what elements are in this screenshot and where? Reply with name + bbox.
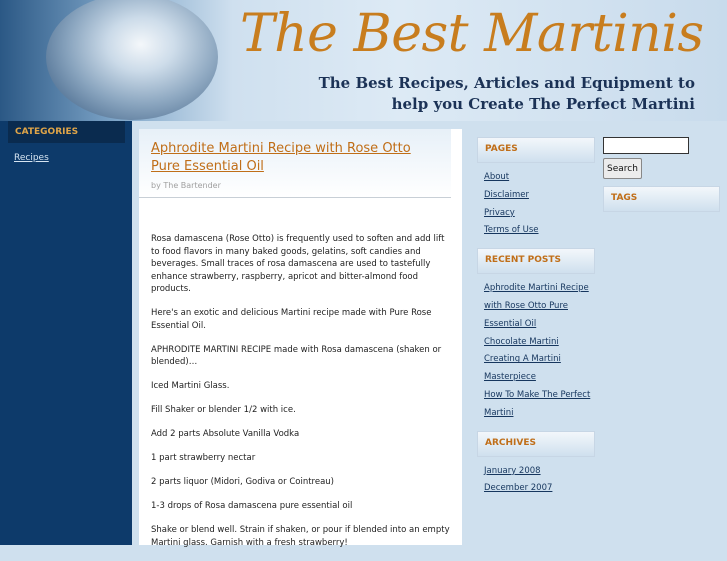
search-button[interactable]: Search xyxy=(603,158,642,179)
recent-post-link[interactable]: Aphrodite Martini Recipe with Rose Otto … xyxy=(484,280,595,333)
recent-posts-widget: RECENT POSTS Aphrodite Martini Recipe wi… xyxy=(477,248,595,430)
page-link-privacy[interactable]: Privacy xyxy=(484,205,595,223)
search-widget: Search xyxy=(603,137,720,179)
post-paragraph: APHRODITE MARTINI RECIPE made with Rosa … xyxy=(151,344,442,368)
post-paragraph: 1-3 drops of Rosa damascena pure essenti… xyxy=(151,501,353,511)
tagline-line-1: The Best Recipes, Articles and Equipment… xyxy=(318,74,695,92)
post-paragraph: Add 2 parts Absolute Vanilla Vodka xyxy=(151,429,300,439)
recent-posts-heading: RECENT POSTS xyxy=(477,248,595,275)
right-sidebar: Search TAGS xyxy=(603,137,720,212)
archives-widget: ARCHIVES January 2008 December 2007 xyxy=(477,430,595,507)
pages-widget: PAGES About Disclaimer Privacy Terms of … xyxy=(477,137,595,248)
recent-post-link[interactable]: How To Make The Perfect Martini xyxy=(484,387,595,423)
site-title[interactable]: The Best Martinis xyxy=(240,4,704,64)
pages-heading: PAGES xyxy=(477,137,595,163)
pages-list: About Disclaimer Privacy Terms of Use xyxy=(477,163,595,248)
middle-sidebar: PAGES About Disclaimer Privacy Terms of … xyxy=(477,137,595,506)
recent-post-link[interactable]: Creating A Martini Masterpiece xyxy=(484,351,595,387)
tags-heading: TAGS xyxy=(603,186,720,212)
search-input[interactable] xyxy=(603,137,689,154)
post-paragraph: Fill Shaker or blender 1/2 with ice. xyxy=(151,405,296,415)
categories-widget: CATEGORIES Recipes xyxy=(8,121,125,163)
recent-post-link[interactable]: Chocolate Martini xyxy=(484,334,595,352)
post-paragraph: Shake or blend well. Strain if shaken, o… xyxy=(151,525,450,548)
page-link-terms-of-use[interactable]: Terms of Use xyxy=(484,222,595,240)
post: Aphrodite Martini Recipe with Rose Otto … xyxy=(139,129,462,548)
martini-glass-image xyxy=(46,0,218,120)
post-paragraph: Here's an exotic and delicious Martini r… xyxy=(151,308,432,331)
post-paragraph: Iced Martini Glass. xyxy=(151,381,230,391)
archive-link-december-2007[interactable]: December 2007 xyxy=(484,480,595,498)
category-link-recipes[interactable]: Recipes xyxy=(8,143,125,163)
site-header: The Best Martinis The Best Recipes, Arti… xyxy=(0,0,727,121)
page-link-about[interactable]: About xyxy=(484,169,595,187)
left-sidebar: CATEGORIES Recipes xyxy=(0,121,132,545)
categories-heading: CATEGORIES xyxy=(8,121,125,143)
post-paragraph: 2 parts liquor (Midori, Godiva or Cointr… xyxy=(151,477,334,487)
post-title[interactable]: Aphrodite Martini Recipe with Rose Otto … xyxy=(151,140,443,176)
archive-link-january-2008[interactable]: January 2008 xyxy=(484,463,595,481)
tagline-line-2: help you Create The Perfect Martini xyxy=(391,95,695,113)
post-body: Rosa damascena (Rose Otto) is frequently… xyxy=(151,233,451,561)
archives-list: January 2008 December 2007 xyxy=(477,457,595,507)
archives-heading: ARCHIVES xyxy=(477,430,595,457)
recent-posts-list: Aphrodite Martini Recipe with Rose Otto … xyxy=(477,274,595,430)
post-byline: by The Bartender xyxy=(151,181,221,190)
post-paragraph: Rosa damascena (Rose Otto) is frequently… xyxy=(151,234,445,294)
site-tagline: The Best Recipes, Articles and Equipment… xyxy=(319,73,695,115)
page-link-disclaimer[interactable]: Disclaimer xyxy=(484,187,595,205)
post-paragraph: 1 part strawberry nectar xyxy=(151,453,256,463)
